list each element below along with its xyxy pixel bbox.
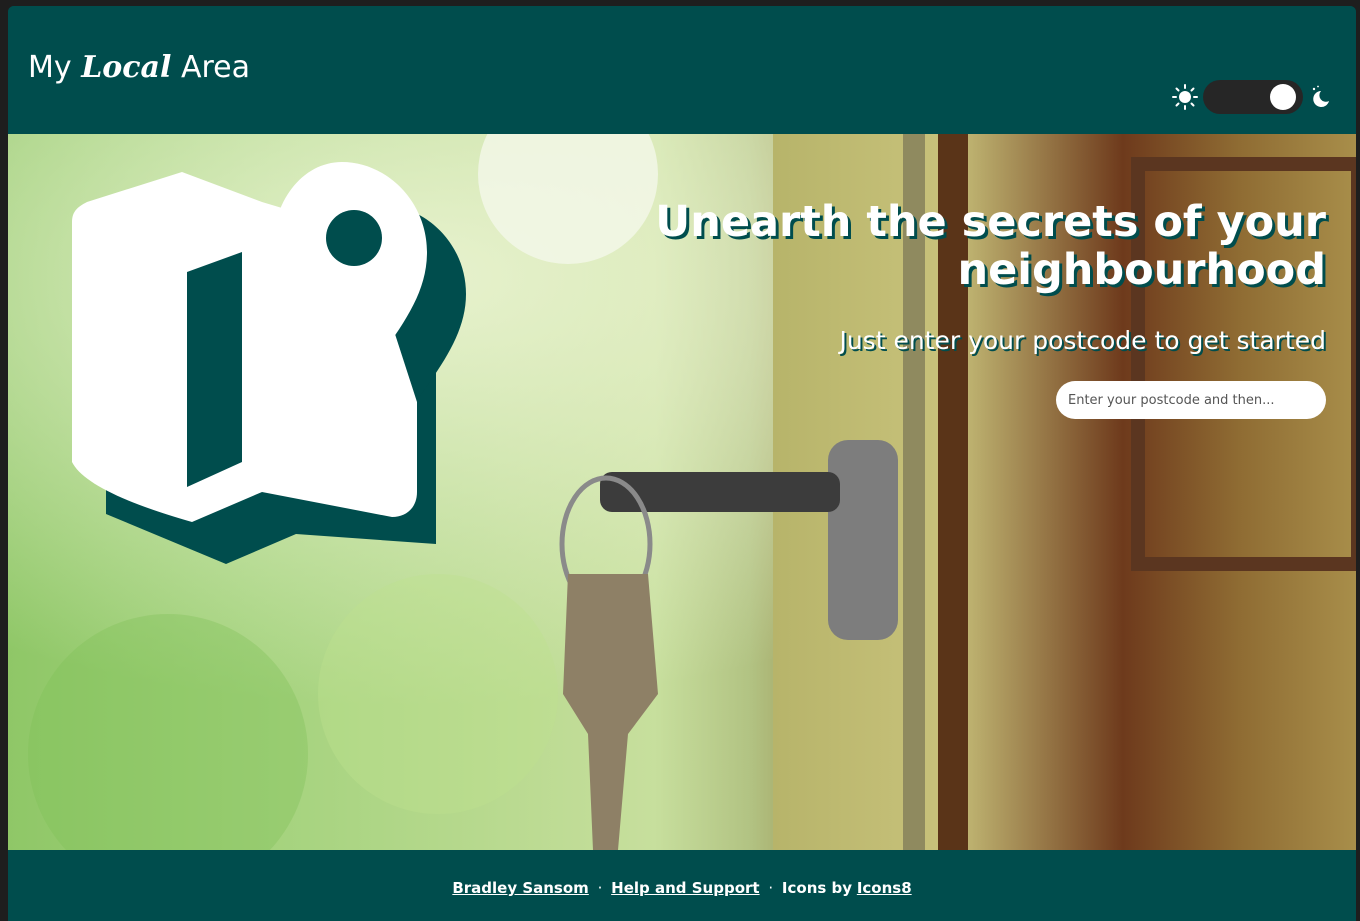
logo-text-my: My xyxy=(28,50,82,85)
map-pin-icon xyxy=(72,162,466,564)
postcode-input[interactable] xyxy=(1056,381,1326,419)
hero-title: Unearth the secrets of your neighbourhoo… xyxy=(655,197,1326,295)
footer-separator: · xyxy=(597,879,603,897)
sun-icon xyxy=(1172,84,1198,110)
icons-credit-label: Icons by xyxy=(781,879,853,897)
help-support-link[interactable]: Help and Support xyxy=(611,879,759,897)
moon-icon xyxy=(1312,85,1329,107)
theme-switch-knob[interactable] xyxy=(1270,84,1296,110)
site-header: My Local Area xyxy=(8,6,1356,134)
theme-toggle[interactable] xyxy=(1172,80,1348,114)
app-window: My Local Area Unearth the secrets of you… xyxy=(8,6,1356,921)
footer-separator: · xyxy=(768,879,774,897)
logo-text-local: Local xyxy=(81,50,172,85)
site-logo[interactable]: My Local Area xyxy=(28,50,250,85)
logo-text-area: Area xyxy=(171,50,250,85)
site-footer: Bradley Sansom · Help and Support · Icon… xyxy=(8,850,1356,921)
hero-subtitle: Just enter your postcode to get started xyxy=(839,326,1326,355)
hero-copy: Unearth the secrets of your neighbourhoo… xyxy=(626,198,1326,355)
theme-switch-track[interactable] xyxy=(1203,80,1303,114)
hero-section: Unearth the secrets of your neighbourhoo… xyxy=(8,134,1356,850)
author-link[interactable]: Bradley Sansom xyxy=(452,879,588,897)
icons8-link[interactable]: Icons8 xyxy=(857,879,912,897)
